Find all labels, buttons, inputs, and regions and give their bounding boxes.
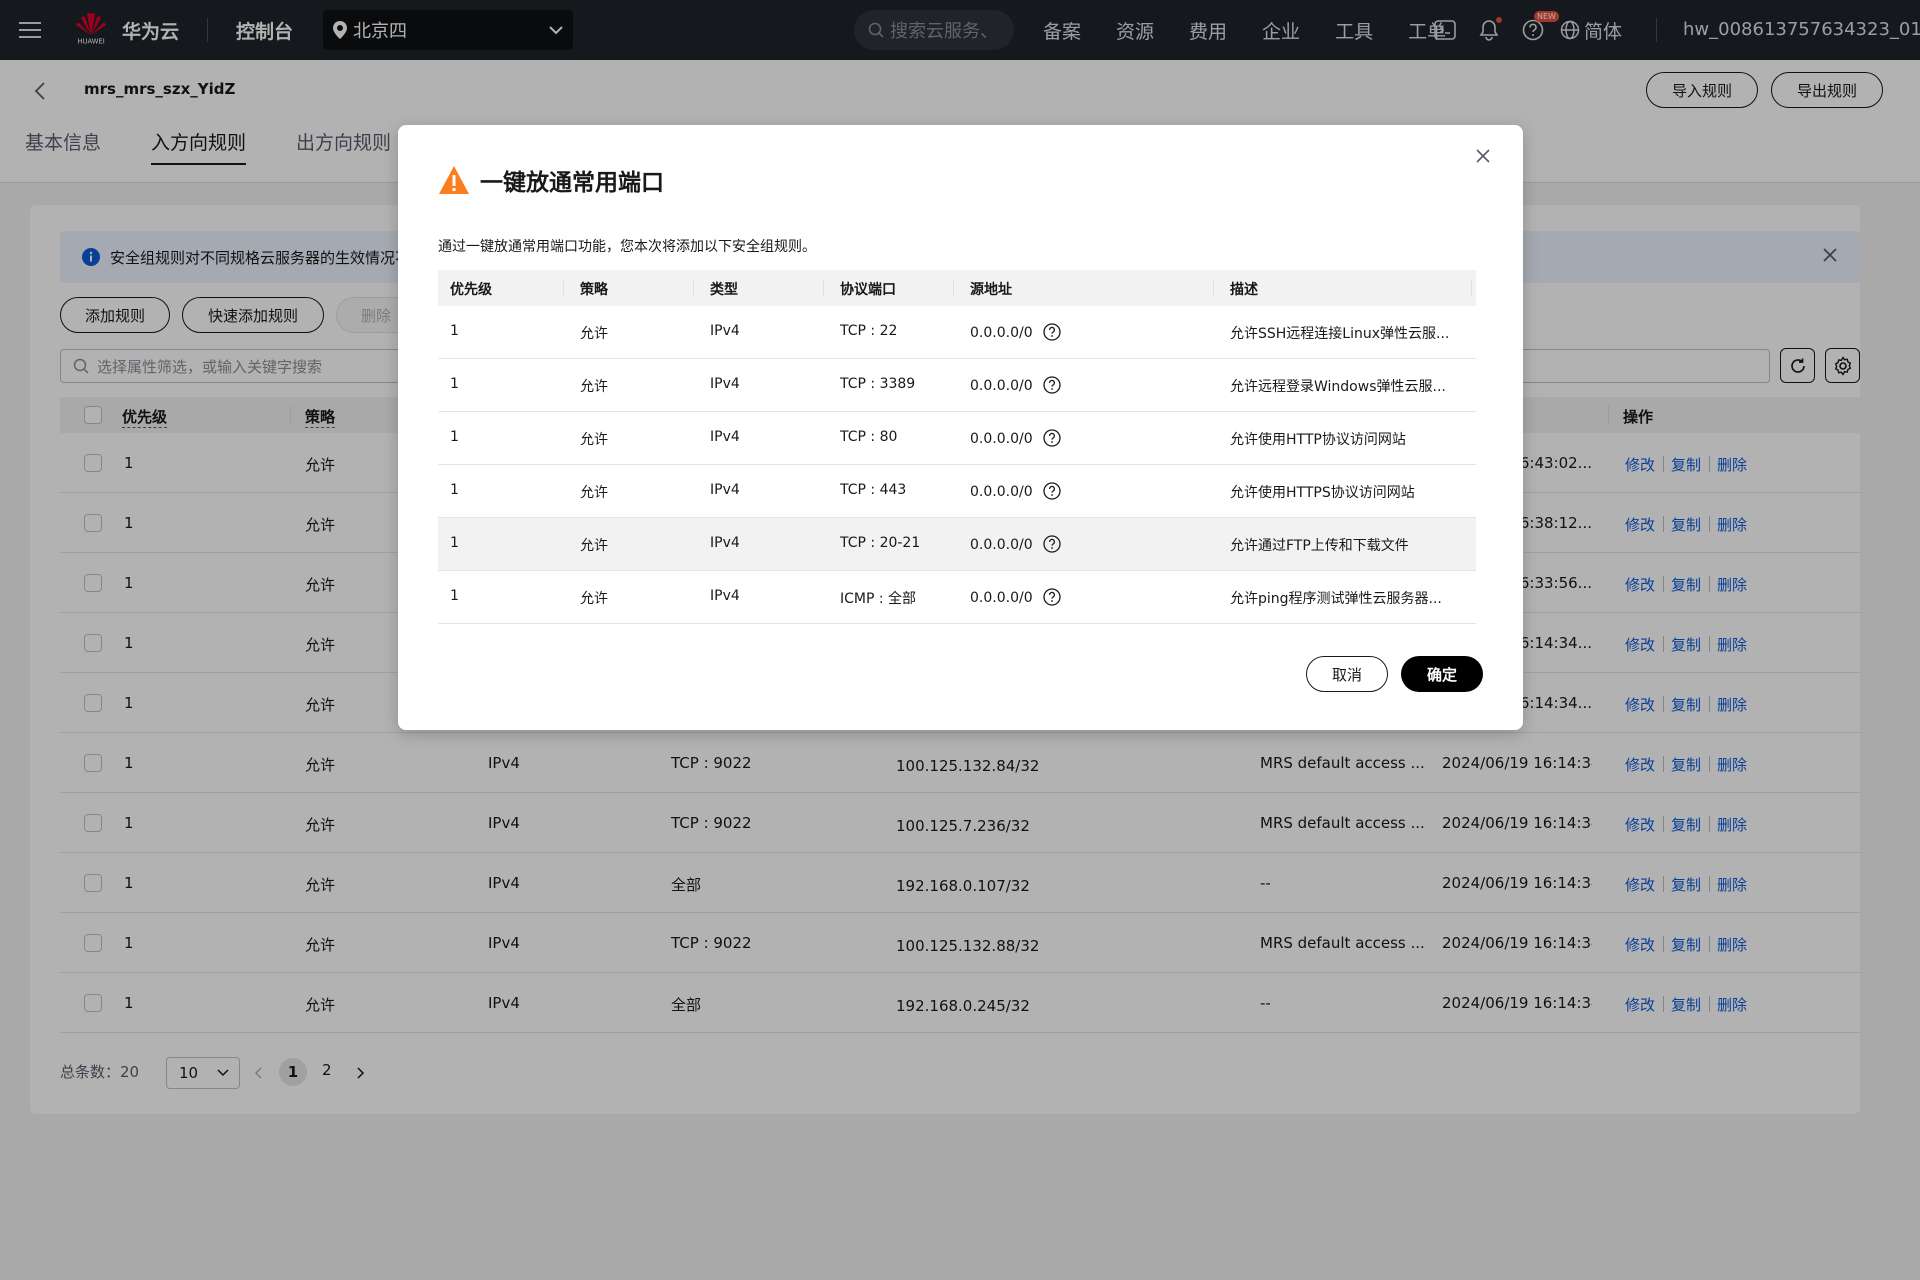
cell-source: 0.0.0.0/0 [970, 590, 1033, 606]
dialog-title: 一键放通常用端口 [480, 170, 664, 196]
cell-source: 0.0.0.0/0 [970, 537, 1033, 553]
cell-description: 允许ping程序测试弹性云服务器... [1230, 591, 1442, 607]
cell-protocol-port: TCP : 20-21 [840, 535, 921, 551]
cell-type: IPv4 [710, 429, 740, 445]
cell-policy: 允许 [580, 591, 608, 607]
cell-source: 0.0.0.0/0 [970, 378, 1033, 394]
cell-type: IPv4 [710, 588, 740, 604]
cell-policy: 允许 [580, 538, 608, 554]
column-type: 类型 [710, 282, 738, 298]
cell-description: 允许SSH远程连接Linux弹性云服... [1230, 326, 1450, 342]
dialog-table-row: 1 允许 IPv4 TCP : 20-21 0.0.0.0/0 允许通过FTP上传和下载文… [438, 518, 1476, 571]
column-policy: 策略 [580, 282, 608, 298]
column-divider [953, 279, 954, 297]
cell-protocol-port: TCP : 443 [840, 482, 907, 498]
cell-type: IPv4 [710, 535, 740, 551]
column-priority: 优先级 [450, 282, 492, 298]
cell-policy: 允许 [580, 432, 608, 448]
confirm-button[interactable]: 确定 [1401, 656, 1483, 692]
column-source: 源地址 [970, 282, 1012, 298]
cell-priority: 1 [450, 588, 459, 604]
cell-policy: 允许 [580, 379, 608, 395]
help-icon[interactable] [1043, 376, 1061, 394]
help-icon[interactable] [1043, 535, 1061, 553]
cell-priority: 1 [450, 323, 459, 339]
help-icon[interactable] [1043, 482, 1061, 500]
cell-protocol-port: TCP : 3389 [840, 376, 916, 392]
dialog-table-row: 1 允许 IPv4 ICMP : 全部 0.0.0.0/0 允许ping程序测试弹性云服务… [438, 571, 1476, 624]
cell-description: 允许通过FTP上传和下载文件 [1230, 538, 1409, 554]
dialog-table-row: 1 允许 IPv4 TCP : 443 0.0.0.0/0 允许使用HTTPS协议访问网站 [438, 465, 1476, 518]
cell-priority: 1 [450, 482, 459, 498]
cell-source: 0.0.0.0/0 [970, 484, 1033, 500]
cell-type: IPv4 [710, 376, 740, 392]
dialog-table-header: 优先级 策略 类型 协议端口 源地址 描述 [438, 270, 1476, 306]
cell-source: 0.0.0.0/0 [970, 431, 1033, 447]
help-icon[interactable] [1043, 323, 1061, 341]
column-divider [563, 279, 564, 297]
cell-protocol-port: ICMP : 全部 [840, 591, 917, 607]
help-icon[interactable] [1043, 429, 1061, 447]
cell-source: 0.0.0.0/0 [970, 325, 1033, 341]
column-divider [1213, 279, 1214, 297]
column-protocol-port: 协议端口 [840, 282, 896, 298]
dialog-table-row: 1 允许 IPv4 TCP : 3389 0.0.0.0/0 允许远程登录Windows弹… [438, 359, 1476, 412]
cell-policy: 允许 [580, 326, 608, 342]
cell-priority: 1 [450, 376, 459, 392]
cell-policy: 允许 [580, 485, 608, 501]
cell-description: 允许远程登录Windows弹性云服... [1230, 379, 1446, 395]
warning-icon [439, 166, 469, 194]
cell-description: 允许使用HTTP协议访问网站 [1230, 432, 1406, 448]
cell-type: IPv4 [710, 323, 740, 339]
cell-type: IPv4 [710, 482, 740, 498]
column-divider [693, 279, 694, 297]
cell-priority: 1 [450, 429, 459, 445]
cancel-button[interactable]: 取消 [1306, 656, 1388, 692]
help-icon[interactable] [1043, 588, 1061, 606]
close-icon[interactable] [1476, 149, 1490, 163]
cell-protocol-port: TCP : 22 [840, 323, 898, 339]
quick-open-ports-dialog: 一键放通常用端口 通过一键放通常用端口功能，您本次将添加以下安全组规则。 优先级… [398, 125, 1523, 730]
cell-protocol-port: TCP : 80 [840, 429, 898, 445]
cell-priority: 1 [450, 535, 459, 551]
dialog-description: 通过一键放通常用端口功能，您本次将添加以下安全组规则。 [438, 239, 816, 255]
column-divider [823, 279, 824, 297]
column-description: 描述 [1230, 282, 1258, 298]
column-divider [1471, 279, 1472, 297]
cell-description: 允许使用HTTPS协议访问网站 [1230, 485, 1415, 501]
dialog-table-row: 1 允许 IPv4 TCP : 22 0.0.0.0/0 允许SSH远程连接Linux弹性… [438, 306, 1476, 359]
dialog-table-row: 1 允许 IPv4 TCP : 80 0.0.0.0/0 允许使用HTTP协议访问网站 [438, 412, 1476, 465]
